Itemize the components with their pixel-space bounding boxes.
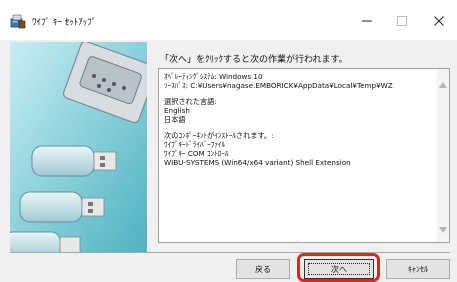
installation-summary-box[interactable]: ｵﾍﾟﾚｰﾃｨﾝｸﾞｼｽﾃﾑ: Windows 10 ｿｰｽﾊﾟｽ: C:¥Us… <box>158 68 450 243</box>
title-bar: ﾜｲﾌﾟ ｷｰ ｾｯﾄｱｯﾌﾟ <box>0 0 457 40</box>
components-heading: 次のｺﾝﾎﾟｰﾈﾝﾄがｲﾝｽﾄｰﾙされます。: <box>164 131 274 140</box>
setup-window: ﾜｲﾌﾟ ｷｰ ｾｯﾄｱｯﾌﾟ 「次へ」をｸﾘｯｸすると次の作業が行われます。 … <box>0 0 457 282</box>
component-item: WIBU-SYSTEMS (Win64/x64 variant) Shell E… <box>164 158 351 167</box>
next-button[interactable]: 次へ <box>304 259 374 279</box>
scroll-down-icon[interactable] <box>439 226 447 236</box>
button-divider <box>10 252 450 253</box>
vertical-scrollbar[interactable] <box>437 69 449 242</box>
close-button[interactable] <box>427 10 451 32</box>
usb-keys-banner <box>10 42 147 252</box>
window-title: ﾜｲﾌﾟ ｷｰ ｾｯﾄｱｯﾌﾟ <box>32 18 97 28</box>
maximize-button[interactable] <box>390 10 414 32</box>
source-path-line: ｿｰｽﾊﾟｽ: C:¥Users¥nagase.EMBORICK¥AppData… <box>164 81 393 90</box>
scroll-up-icon[interactable] <box>439 81 447 91</box>
cancel-button[interactable]: ｷｬﾝｾﾙ <box>386 259 450 279</box>
minimize-icon <box>362 20 372 22</box>
language-item: English <box>164 106 190 115</box>
close-icon <box>434 16 444 26</box>
os-line: ｵﾍﾟﾚｰﾃｨﾝｸﾞｼｽﾃﾑ: Windows 10 <box>164 72 263 81</box>
focus-ring <box>308 263 370 275</box>
back-button[interactable]: 戻る <box>236 259 290 279</box>
minimize-button[interactable] <box>355 10 379 32</box>
component-item: ﾜｲﾌﾟｷｰﾄﾞﾗｲﾊﾞｰﾌｧｲﾙ <box>164 140 226 149</box>
language-item: 日本語 <box>164 115 186 124</box>
setup-installer-icon <box>10 13 26 29</box>
instruction-text: 「次へ」をｸﾘｯｸすると次の作業が行われます。 <box>160 55 348 65</box>
maximize-icon <box>397 16 407 26</box>
component-item: ﾜｲﾌﾟｷｰ COM ｺﾝﾄﾛｰﾙ <box>164 149 229 158</box>
language-heading: 選択された言語: <box>164 97 217 106</box>
